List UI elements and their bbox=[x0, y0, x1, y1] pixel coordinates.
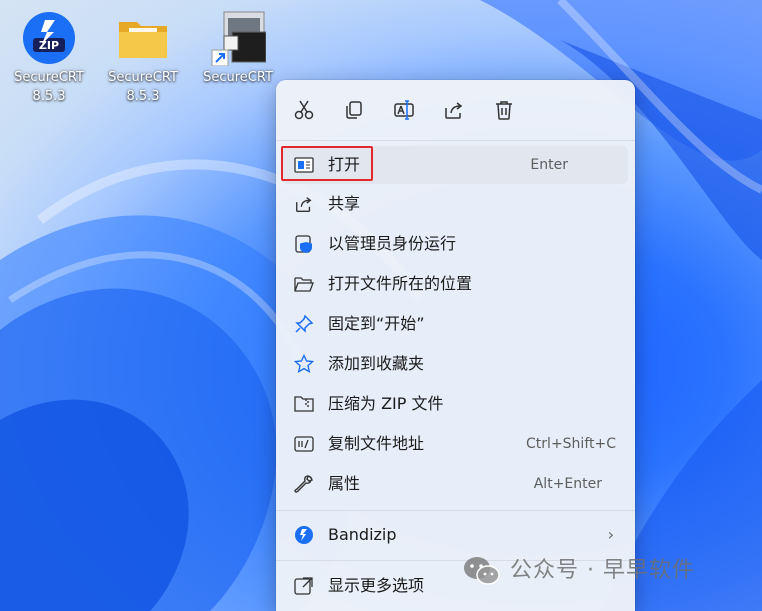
share-icon[interactable] bbox=[440, 96, 468, 124]
menu-item-shortcut: Ctrl+Shift+C bbox=[526, 436, 616, 452]
menu-item-shortcut: Alt+Enter bbox=[533, 476, 602, 492]
highlight-box bbox=[281, 146, 373, 181]
more-options-icon bbox=[294, 576, 314, 596]
menu-item-label: 复制文件地址 bbox=[328, 434, 425, 453]
menu-item-compress-zip[interactable]: 压缩为 ZIP 文件 bbox=[282, 385, 628, 423]
menu-item-label: Bandizip bbox=[328, 525, 397, 544]
zip-archive-icon: ZIP bbox=[21, 10, 77, 66]
watermark: 公众号 · 早早软件 bbox=[462, 551, 752, 591]
wrench-icon bbox=[294, 474, 314, 494]
menu-divider bbox=[276, 510, 635, 511]
watermark-text: 公众号 · 早早软件 bbox=[510, 558, 695, 583]
desktop-icon-zip[interactable]: ZIP SecureCRT 8.5.3 bbox=[6, 8, 92, 106]
menu-item-run-as-admin[interactable]: 以管理员身份运行 bbox=[282, 225, 628, 263]
delete-icon[interactable] bbox=[490, 96, 518, 124]
context-menu-toolbar bbox=[276, 80, 635, 140]
menu-divider bbox=[276, 140, 635, 141]
rename-icon[interactable] bbox=[390, 96, 418, 124]
desktop-icon-label: SecureCRT 8.5.3 bbox=[14, 70, 84, 104]
menu-item-label: 显示更多选项 bbox=[328, 576, 425, 595]
securecrt-shortcut-icon bbox=[210, 10, 267, 67]
folder-icon bbox=[115, 10, 171, 66]
zip-folder-icon bbox=[294, 394, 314, 414]
menu-item-open-file-location[interactable]: 打开文件所在的位置 bbox=[282, 265, 628, 303]
star-icon bbox=[294, 354, 314, 374]
menu-item-label: 共享 bbox=[328, 194, 361, 213]
menu-item-bandizip[interactable]: Bandizip › bbox=[282, 516, 628, 554]
menu-item-copy-path[interactable]: 复制文件地址 Ctrl+Shift+C bbox=[282, 425, 628, 463]
menu-item-label: 打开文件所在的位置 bbox=[328, 274, 473, 293]
desktop-icon-label: SecureCRT bbox=[203, 70, 273, 85]
cut-icon[interactable] bbox=[290, 96, 318, 124]
menu-item-add-to-favorites[interactable]: 添加到收藏夹 bbox=[282, 345, 628, 383]
menu-item-shortcut: Enter bbox=[530, 157, 568, 173]
pin-icon bbox=[294, 314, 314, 334]
shield-icon bbox=[294, 234, 314, 254]
desktop-icon-securecrt-shortcut[interactable]: SecureCRT bbox=[195, 8, 281, 87]
copy-icon[interactable] bbox=[340, 96, 368, 124]
svg-text:ZIP: ZIP bbox=[39, 39, 59, 52]
menu-item-properties[interactable]: 属性 Alt+Enter bbox=[282, 465, 628, 503]
menu-item-share[interactable]: 共享 bbox=[282, 185, 628, 223]
copy-path-icon bbox=[294, 434, 314, 454]
wechat-icon bbox=[464, 557, 500, 585]
menu-item-label: 固定到“开始” bbox=[328, 314, 425, 333]
menu-item-label: 压缩为 ZIP 文件 bbox=[328, 394, 444, 413]
desktop-icon-label: SecureCRT 8.5.3 bbox=[108, 70, 178, 104]
menu-item-label: 属性 bbox=[328, 474, 361, 493]
menu-item-label: 添加到收藏夹 bbox=[328, 354, 425, 373]
chevron-right-icon: › bbox=[607, 525, 614, 544]
menu-item-label: 以管理员身份运行 bbox=[328, 234, 457, 253]
menu-item-pin-to-start[interactable]: 固定到“开始” bbox=[282, 305, 628, 343]
share-icon bbox=[294, 194, 314, 214]
folder-open-icon bbox=[294, 274, 314, 294]
desktop-icon-folder[interactable]: SecureCRT 8.5.3 bbox=[100, 8, 186, 106]
bandizip-icon bbox=[294, 525, 314, 545]
